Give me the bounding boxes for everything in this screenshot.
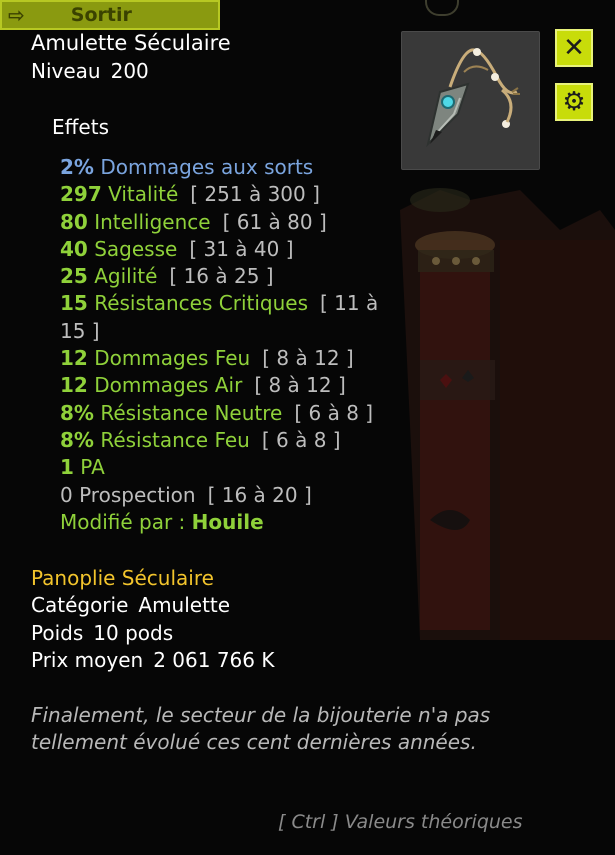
effect-line: 15 Résistances Critiques[ 11 à: [60, 291, 379, 316]
effect-line: 12 Dommages Feu[ 8 à 12 ]: [60, 346, 354, 371]
exit-button-label: Sortir: [70, 4, 132, 26]
level-label: Niveau: [31, 59, 101, 83]
effects-title: Effets: [52, 115, 109, 139]
amulet-icon: [426, 48, 520, 148]
settings-button[interactable]: ⚙: [555, 83, 593, 121]
category-row: Catégorie Amulette: [31, 593, 231, 617]
bag-icon[interactable]: [425, 0, 459, 16]
item-image: [401, 31, 540, 170]
close-icon: ✕: [563, 33, 585, 63]
gear-icon: ⚙: [562, 87, 586, 117]
set-link[interactable]: Panoplie Séculaire: [31, 566, 214, 590]
effect-line: 8% Résistance Neutre[ 6 à 8 ]: [60, 400, 374, 425]
exit-icon: ⇨: [8, 3, 25, 27]
effect-line: 12 Dommages Air[ 8 à 12 ]: [60, 373, 346, 398]
effect-line-continued: 15 ]: [60, 318, 100, 343]
price-row: Prix moyen 2 061 766 K: [31, 648, 275, 672]
level-value: 200: [110, 59, 149, 83]
theoretical-values-hint: [ Ctrl ] Valeurs théoriques: [278, 811, 523, 833]
effect-line: 80 Intelligence[ 61 à 80 ]: [60, 209, 327, 234]
effect-line: 40 Sagesse[ 31 à 40 ]: [60, 236, 294, 261]
exit-button[interactable]: ⇨ Sortir: [0, 0, 220, 30]
weight-row: Poids 10 pods: [31, 621, 174, 645]
effect-line: 297 Vitalité[ 251 à 300 ]: [60, 182, 320, 207]
effect-line: 0 Prospection[ 16 à 20 ]: [60, 482, 312, 507]
item-name: Amulette Séculaire: [31, 31, 231, 55]
item-level: Niveau 200: [31, 59, 149, 83]
effects-list: 2% Dommages aux sorts 297 Vitalité[ 251 …: [60, 154, 405, 536]
effect-line: 8% Résistance Feu[ 6 à 8 ]: [60, 427, 341, 452]
modified-by-line: Modifié par : Houile: [60, 509, 264, 534]
effect-line: 2% Dommages aux sorts: [60, 155, 314, 179]
close-button[interactable]: ✕: [555, 29, 593, 67]
item-description: Finalement, le secteur de la bijouterie …: [31, 703, 491, 755]
modifier-name: Houile: [191, 509, 264, 534]
effect-line: 25 Agilité[ 16 à 25 ]: [60, 264, 274, 289]
effect-line: 1 PA: [60, 455, 105, 480]
